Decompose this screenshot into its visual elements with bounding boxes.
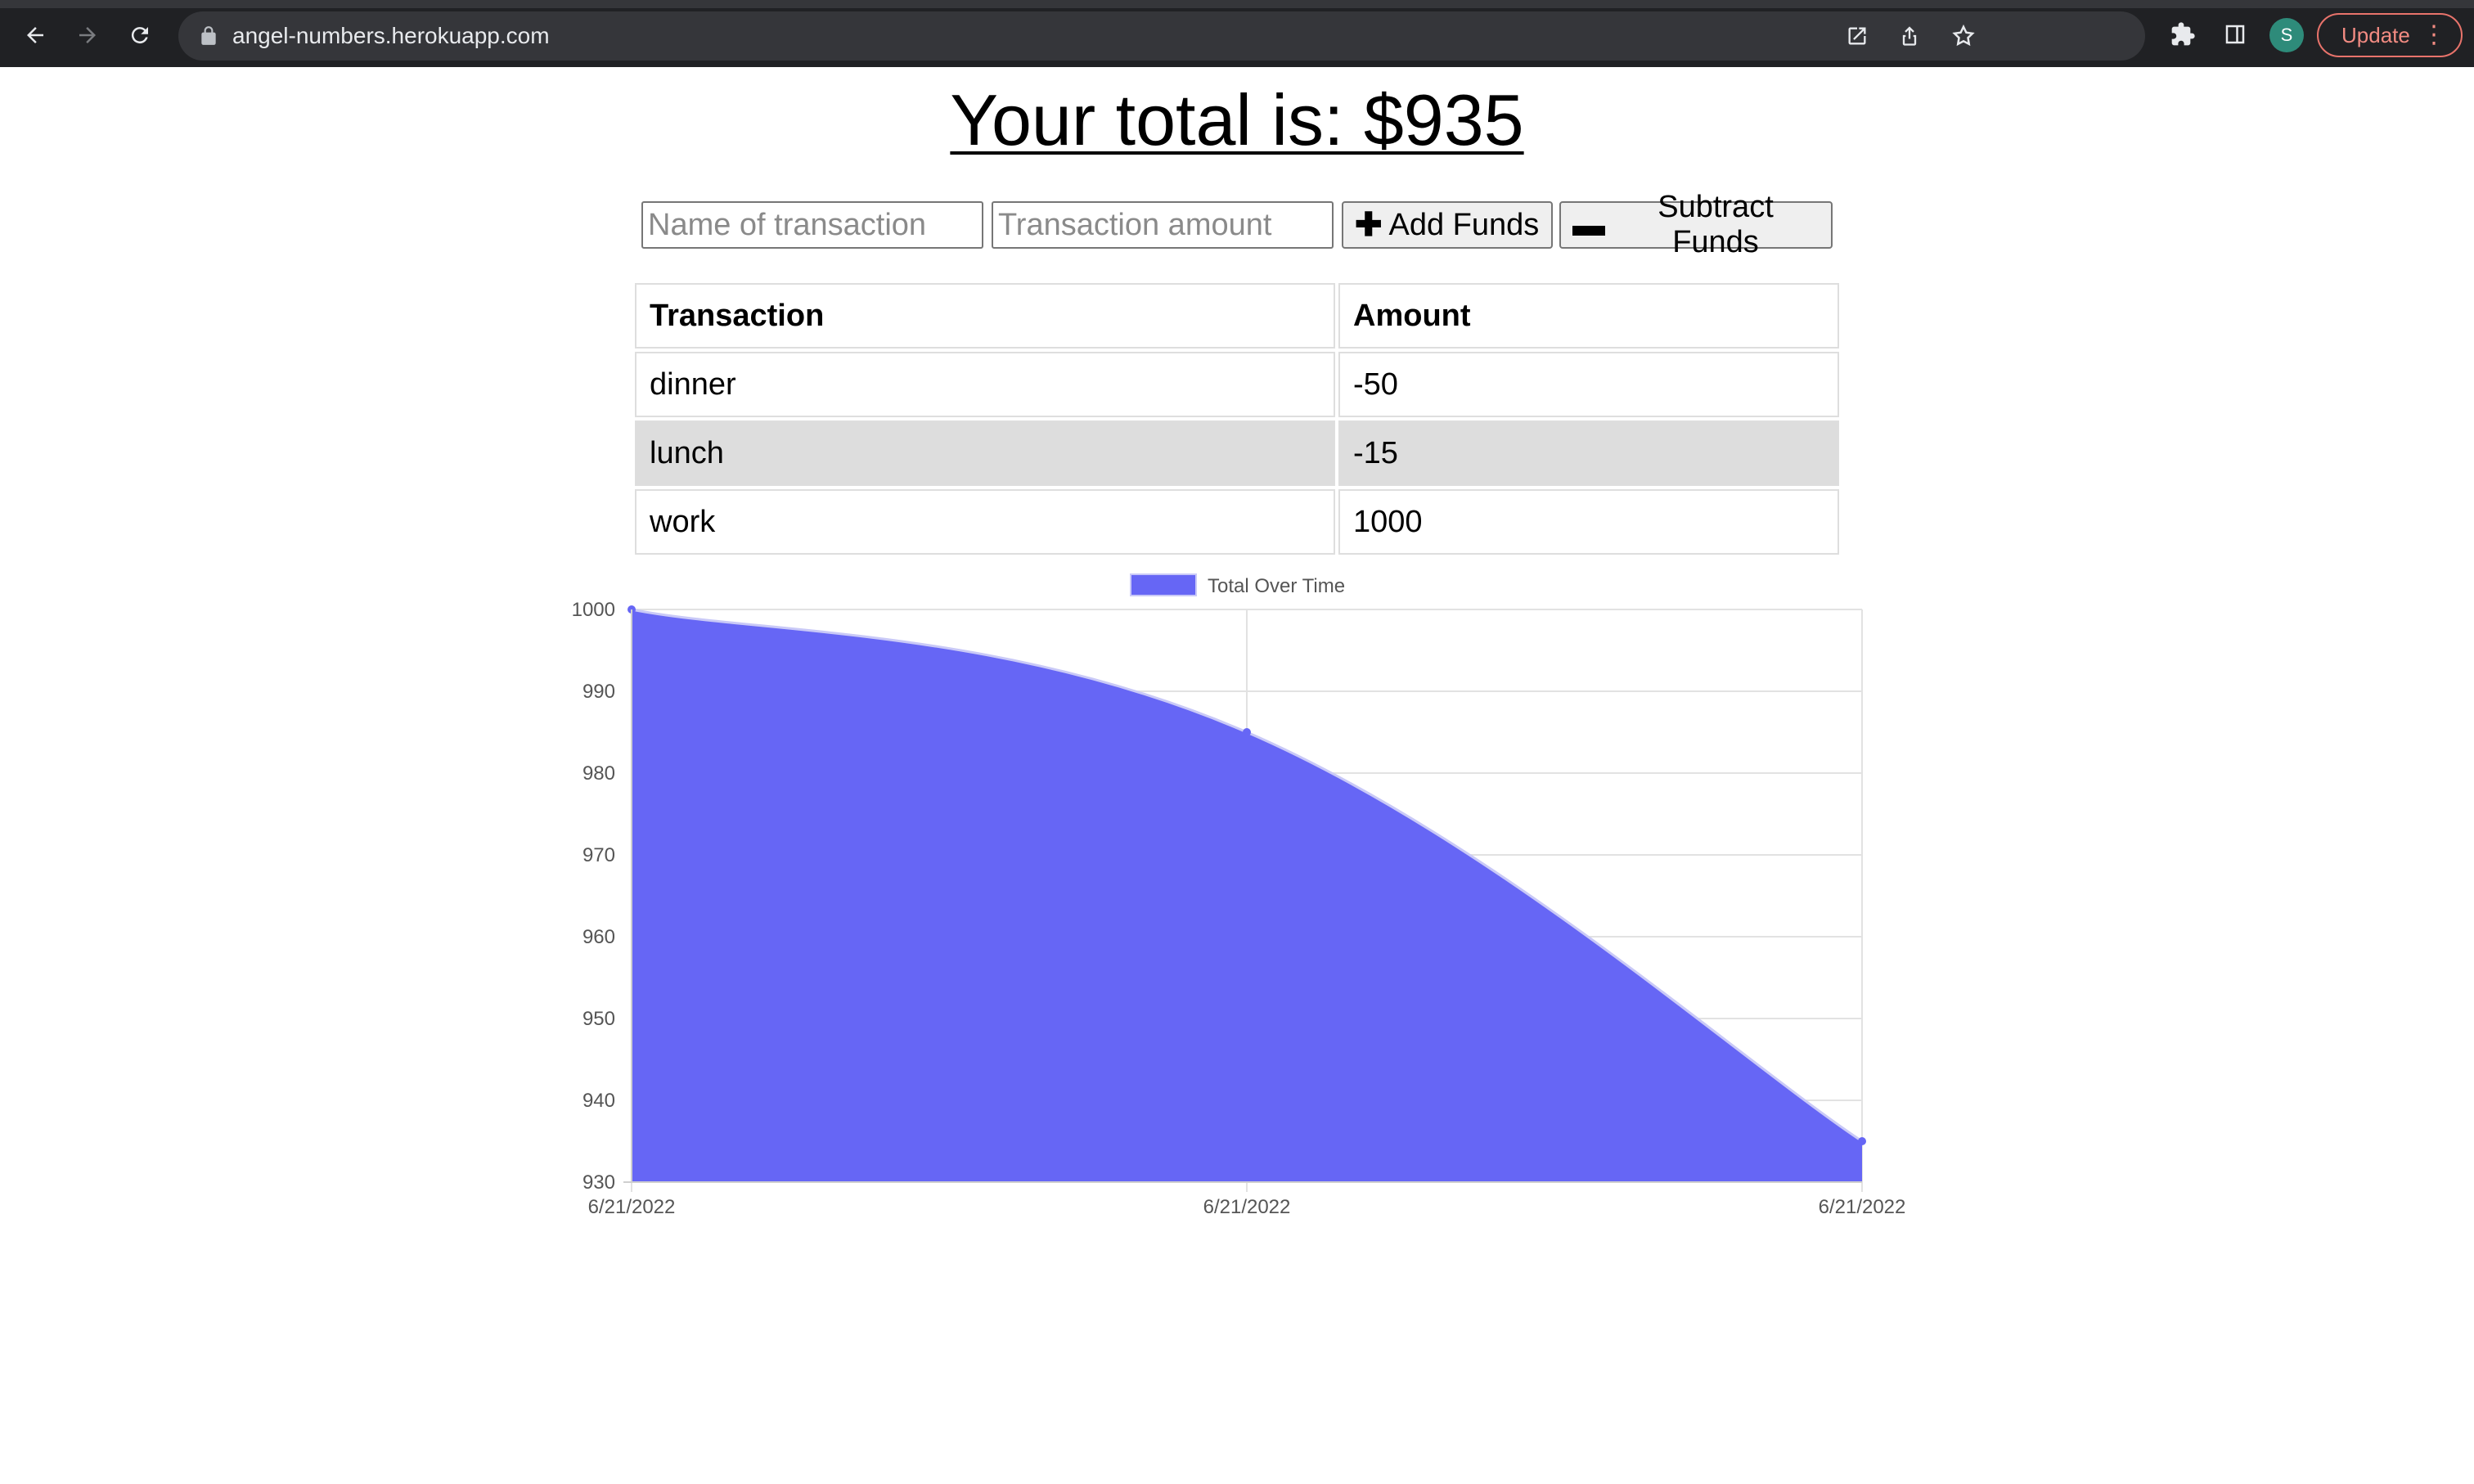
reload-icon <box>131 27 148 44</box>
back-arrow-icon <box>27 27 43 43</box>
plus-icon: ✚ <box>1355 207 1383 243</box>
add-funds-label: Add Funds <box>1388 207 1540 242</box>
y-tick-label: 980 <box>583 762 615 785</box>
url-text: angel-numbers.herokuapp.com <box>232 23 550 48</box>
y-tick-label: 930 <box>583 1171 615 1194</box>
back-button[interactable] <box>16 16 54 54</box>
y-tick-label: 1000 <box>572 599 615 621</box>
transaction-name-cell: lunch <box>635 420 1335 486</box>
open-external-icon <box>1848 27 1866 45</box>
share-button[interactable] <box>1896 23 1923 49</box>
table-row: work 1000 <box>635 489 1839 555</box>
bookmark-button[interactable] <box>1950 23 1977 49</box>
column-header-amount: Amount <box>1338 283 1839 349</box>
star-icon <box>1952 24 1975 47</box>
side-panel-icon <box>2225 25 2245 44</box>
data-point <box>1243 728 1251 736</box>
transaction-name-input[interactable] <box>641 201 983 249</box>
page-title: Your total is: $935 <box>950 79 1524 160</box>
chart-canvas: 10009909809709609509409306/21/2022 6/21/2… <box>572 573 1906 1218</box>
transaction-name-cell: dinner <box>635 352 1335 417</box>
minus-icon: ▬ <box>1572 206 1605 243</box>
x-tick-label: 6/21/2022 <box>1819 1196 1906 1218</box>
y-tick-label: 970 <box>583 844 615 866</box>
share-icon <box>1902 26 1917 46</box>
address-bar[interactable]: angel-numbers.herokuapp.com <box>178 11 2145 61</box>
transaction-amount-cell: -15 <box>1338 420 1839 486</box>
update-button[interactable]: Update ⋮ <box>2317 13 2463 57</box>
more-menu-icon[interactable]: ⋮ <box>2422 23 2446 47</box>
y-tick-label: 960 <box>583 926 615 948</box>
transaction-name-cell: work <box>635 489 1335 555</box>
table-header-row: Transaction Amount <box>635 283 1839 349</box>
transaction-amount-cell: -50 <box>1338 352 1839 417</box>
reload-button[interactable] <box>121 16 159 54</box>
total-over-time-chart: 1000 990 980 970 960 950 940 930 6/21/2022 6/21/2… <box>556 564 1914 1235</box>
open-in-app-button[interactable] <box>1844 23 1870 49</box>
table-row: lunch -15 <box>635 420 1839 486</box>
y-tick-label: 940 <box>583 1090 615 1112</box>
y-tick-label: 990 <box>583 681 615 703</box>
subtract-funds-button[interactable]: ▬ Subtract Funds <box>1559 190 1833 259</box>
legend-label: Total Over Time <box>1208 575 1345 597</box>
transaction-amount-input[interactable] <box>992 201 1334 249</box>
update-label: Update <box>2341 22 2410 47</box>
tab-strip <box>0 0 2474 8</box>
extensions-button[interactable] <box>2166 18 2199 51</box>
transaction-amount-cell: 1000 <box>1338 489 1839 555</box>
data-point <box>1858 1137 1866 1145</box>
profile-avatar[interactable]: S <box>2269 18 2304 52</box>
add-funds-button[interactable]: ✚ Add Funds <box>1342 201 1553 249</box>
transactions-table: Transaction Amount dinner -50 lunch -15 … <box>632 280 1842 558</box>
forward-button[interactable] <box>69 16 106 54</box>
table-row: dinner -50 <box>635 352 1839 417</box>
puzzle-icon <box>2171 22 2195 46</box>
browser-toolbar: angel-numbers.herokuapp.com S Update ⋮ <box>0 0 2474 67</box>
subtract-funds-label: Subtract Funds <box>1658 190 1774 259</box>
column-header-transaction: Transaction <box>635 283 1335 349</box>
y-tick-label: 950 <box>583 1008 615 1030</box>
side-panel-button[interactable] <box>2219 18 2251 51</box>
forward-arrow-icon <box>79 27 96 43</box>
x-tick-label: 6/21/2022 <box>588 1196 676 1218</box>
lock-icon <box>201 26 216 45</box>
x-tick-label: 6/21/2022 <box>1203 1196 1291 1218</box>
legend-swatch <box>1130 573 1197 596</box>
